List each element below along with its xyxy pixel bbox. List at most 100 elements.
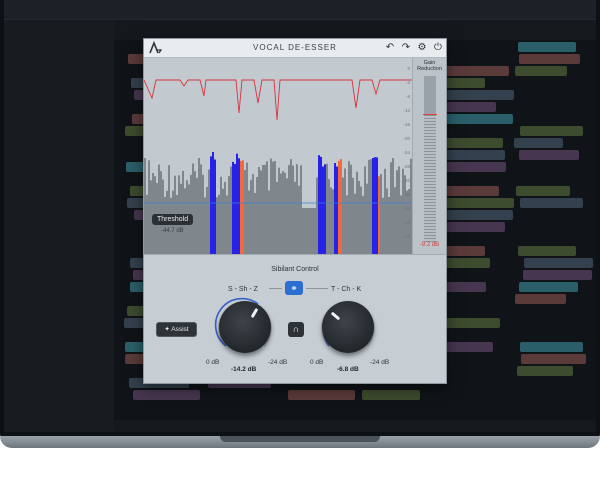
- meter-fill: [424, 76, 436, 115]
- spectrum-bar: [316, 177, 318, 254]
- section-title: Sibilant Control: [271, 266, 319, 273]
- spectrum-bar: [250, 180, 252, 254]
- spectrum-bar: [380, 174, 382, 254]
- left-band-knob-wrap: [214, 296, 276, 358]
- spectrum-bar: [366, 183, 368, 254]
- right-knob-value: -6.8 dB: [337, 366, 359, 373]
- spectrum-bar: [248, 190, 250, 254]
- meter-value: -9.2 dB: [419, 242, 440, 248]
- spectrum-bar: [338, 160, 340, 254]
- daw-clip: [361, 390, 420, 400]
- gear-icon[interactable]: ⚙: [416, 42, 428, 54]
- spectrum-bar: [244, 170, 246, 254]
- gain-reduction-curve: [143, 79, 412, 121]
- spectrum-bar: [372, 157, 374, 254]
- spectrum-bar: [362, 195, 364, 254]
- right-band-knob-wrap: [317, 296, 379, 358]
- spectrum-bar: [204, 197, 206, 254]
- spectrum-bar: [344, 168, 346, 254]
- threshold-value: -44.7 dB: [161, 228, 184, 234]
- spectrum-bar: [202, 174, 204, 254]
- daw-clip: [440, 318, 500, 328]
- daw-clip: [515, 66, 568, 76]
- spectrum-bar: [160, 171, 162, 254]
- power-icon[interactable]: ⏻: [432, 42, 444, 54]
- spectrum-bar: [310, 208, 312, 254]
- db-tick-label: -24: [403, 150, 410, 155]
- spectrum-bar: [346, 195, 348, 254]
- left-knob-max: -24 dB: [268, 359, 288, 366]
- undo-icon[interactable]: ↶: [384, 42, 396, 54]
- spectrum-bar: [332, 189, 334, 254]
- spectrum-bar: [348, 161, 350, 254]
- daw-clip: [516, 366, 573, 376]
- daw-clip: [516, 186, 571, 196]
- spectrum-bar: [340, 159, 342, 254]
- spectrum-bar: [334, 163, 336, 254]
- assist-label: Assist: [171, 326, 189, 333]
- spectrum-bar: [360, 186, 362, 254]
- db-tick-label: -16: [403, 122, 410, 127]
- spectrum-bar: [330, 187, 332, 254]
- daw-clip: [439, 102, 496, 112]
- daw-clip: [443, 66, 510, 76]
- daw-clip: [132, 390, 200, 400]
- listen-button[interactable]: ∩: [288, 322, 304, 337]
- spectrum-bar: [170, 197, 172, 254]
- band-left-label: S - Sh - Z: [228, 286, 258, 293]
- spectrum-bar: [294, 181, 296, 254]
- spectrum-bar: [222, 188, 224, 254]
- link-icon: ⚭: [290, 283, 298, 293]
- spectrum-bar: [218, 194, 220, 254]
- spectrum-bar: [144, 158, 146, 254]
- spectrum-bar: [146, 194, 148, 254]
- daw-clip: [520, 342, 583, 352]
- daw-toolbar: [4, 0, 596, 20]
- daw-clip: [519, 54, 580, 64]
- spectrum-bar: [246, 162, 248, 254]
- laptop-notch: [220, 436, 380, 442]
- daw-clip: [444, 114, 513, 124]
- daw-clip: [288, 390, 355, 400]
- spectrum-bar: [324, 164, 326, 254]
- spectrum-bar: [314, 208, 316, 254]
- right-knob-min: 0 dB: [310, 359, 324, 366]
- db-tick-label: -32: [403, 178, 410, 183]
- assist-button[interactable]: ✦ Assist: [156, 322, 197, 337]
- spectrum-bar: [252, 174, 254, 254]
- spectrum-bar: [298, 185, 300, 254]
- spectrum-bar: [396, 170, 398, 254]
- daw-clip: [440, 186, 500, 196]
- band-right-label: T - Ch - K: [331, 286, 362, 293]
- spectrum-bar: [286, 178, 288, 254]
- spectrum-bar: [210, 156, 212, 254]
- spectrum-analyzer[interactable]: 0 -4 -8 -12 -16 -20 -24 -28 -32 -36 -40 -44 -48 Thre…: [143, 58, 412, 254]
- spectrum-bar: [276, 181, 278, 254]
- spectrum-bar: [398, 166, 400, 254]
- db-tick-label: -36: [403, 192, 410, 197]
- spectrum-bar: [284, 172, 286, 254]
- spectrum-bar: [182, 170, 184, 254]
- spectrum-bar: [382, 197, 384, 254]
- spectrum-bar: [388, 196, 390, 254]
- spectrum-bar: [318, 155, 320, 254]
- spectrum-bar: [214, 159, 216, 254]
- spectrum-bar: [328, 179, 330, 254]
- spectrum-bar: [404, 175, 406, 254]
- spectrum-bar: [352, 177, 354, 254]
- link-bands-button[interactable]: ⚭: [285, 281, 303, 295]
- spectrum-bar: [386, 188, 388, 254]
- right-band-knob[interactable]: [322, 301, 374, 353]
- left-band-knob[interactable]: [219, 301, 271, 353]
- spectrum-bar: [342, 177, 344, 254]
- daw-clip: [517, 246, 576, 256]
- spectrum-bar: [300, 165, 302, 254]
- db-tick-label: -8: [405, 94, 410, 99]
- redo-icon[interactable]: ↷: [400, 42, 412, 54]
- spectrum-bar: [326, 163, 328, 254]
- threshold-handle[interactable]: Threshold: [152, 214, 194, 225]
- spectrum-bar: [322, 166, 324, 254]
- spectrum-bar: [384, 168, 386, 254]
- spectrum-bar: [280, 173, 282, 254]
- spectrum-bar: [266, 161, 268, 254]
